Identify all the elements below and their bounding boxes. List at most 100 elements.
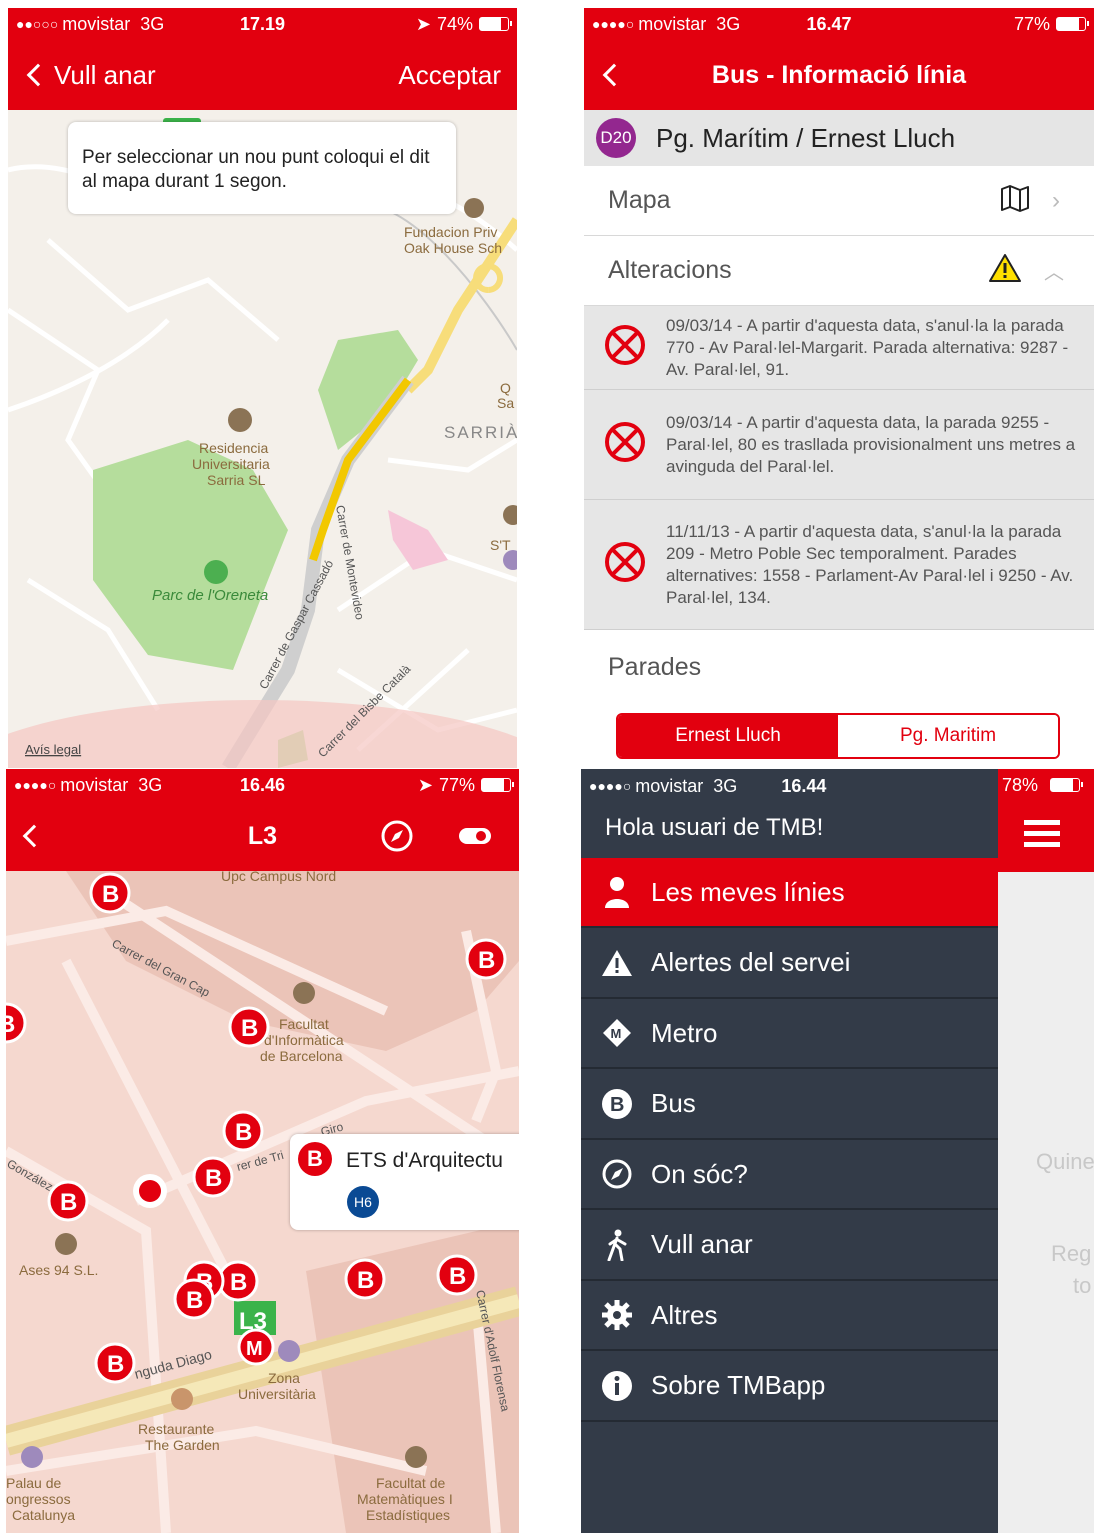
map-label-sarria: SARRIÀ bbox=[444, 423, 517, 442]
side-menu: ●●●●○ movistar 3G 16.44 Hola usuari de T… bbox=[581, 769, 998, 1533]
walk-icon bbox=[597, 1225, 637, 1265]
line-header: D20 Pg. Marítim / Ernest Lluch bbox=[584, 110, 1094, 166]
map-label-parc: Parc de l'Oreneta bbox=[152, 587, 268, 604]
battery-icon bbox=[1056, 17, 1089, 31]
bus-stop-marker-letter: B bbox=[6, 1011, 15, 1038]
map-label-zona-2: Universitària bbox=[238, 1386, 316, 1402]
map-label-fundacion-2: Oak House Sch bbox=[404, 240, 502, 256]
callout-bus-icon: B bbox=[298, 1142, 332, 1176]
alteration-text: 09/03/14 - A partir d'aquesta data, la p… bbox=[666, 412, 1076, 476]
map-label-palau-1: Palau de bbox=[6, 1475, 61, 1491]
menu-item-label: On sóc? bbox=[651, 1158, 748, 1189]
hamburger-icon bbox=[1024, 820, 1060, 847]
stop-callout[interactable]: B ETS d'Arquitectu H6 bbox=[290, 1134, 519, 1230]
menu-item-label: Alertes del servei bbox=[651, 947, 851, 977]
menu-item-les-meves-linies[interactable]: Les meves línies bbox=[581, 858, 998, 928]
map-icon bbox=[1000, 184, 1030, 217]
battery-group: ➤ 77% bbox=[417, 774, 514, 796]
alteration-text: 11/11/13 - A partir d'aquesta data, s'an… bbox=[666, 521, 1074, 607]
page-title: L3 bbox=[247, 821, 278, 850]
gear-icon bbox=[597, 1295, 637, 1335]
line-name: Pg. Marítim / Ernest Lluch bbox=[656, 122, 956, 153]
tooltip-text: Per seleccionar un nou punt coloqui el d… bbox=[82, 147, 430, 192]
bus-stop-marker-letter: B bbox=[60, 1189, 77, 1216]
map-label-palau-2: ongressos bbox=[6, 1491, 71, 1507]
direction-segmented-control[interactable]: Ernest Lluch Pg. Maritim bbox=[616, 713, 1060, 759]
map-label-mat-2: Matemàtiques I bbox=[357, 1491, 453, 1507]
battery-percent: 77% bbox=[1013, 13, 1050, 34]
battery-icon bbox=[479, 17, 512, 31]
bus-stop-marker-letter: B bbox=[205, 1165, 222, 1192]
map-label-ases: Ases 94 S.L. bbox=[19, 1262, 98, 1278]
bus-icon: B bbox=[597, 1084, 637, 1124]
compass-icon bbox=[597, 1154, 637, 1194]
alteration-item: 09/03/14 - A partir d'aquesta data, s'an… bbox=[584, 306, 1094, 390]
compass-button[interactable] bbox=[380, 819, 414, 858]
battery-group: 77% bbox=[1013, 13, 1089, 35]
menu-item-on-soc[interactable]: On sóc? bbox=[581, 1140, 998, 1210]
menu-item-metro[interactable]: M Metro bbox=[581, 999, 998, 1069]
chevron-right-icon: › bbox=[1052, 186, 1060, 214]
map-legal-link[interactable]: Avís legal bbox=[25, 742, 81, 757]
status-bar: ●●●●○ movistar 3G 16.47 77% bbox=[584, 8, 1094, 40]
bus-stop-marker[interactable]: B bbox=[344, 1258, 386, 1300]
filter-toggle-button[interactable] bbox=[458, 825, 492, 852]
menu-item-alertes-del-servei[interactable]: Alertes del servei bbox=[581, 929, 998, 999]
bus-stop-marker[interactable]: B bbox=[94, 1342, 136, 1384]
callout-line-badge: H6 bbox=[347, 1186, 379, 1218]
info-icon bbox=[597, 1366, 637, 1406]
content-text-2: Reg bbox=[1051, 1241, 1092, 1266]
bus-stop-marker-letter: B bbox=[449, 1263, 466, 1290]
stops-heading: Parades bbox=[608, 653, 702, 681]
menu-item-label: Altres bbox=[651, 1299, 718, 1330]
main-menu-screen: ●●●●○ movistar 3G 16.44 Hola usuari de T… bbox=[581, 769, 1094, 1533]
segment-ernest-lluch[interactable]: Ernest Lluch bbox=[618, 715, 838, 757]
bus-stop-marker[interactable]: B bbox=[173, 1278, 215, 1320]
battery-icon bbox=[481, 778, 514, 792]
chevron-up-icon: ︿ bbox=[1044, 262, 1064, 284]
menu-item-bus[interactable]: B Bus bbox=[581, 1070, 998, 1140]
accept-button[interactable]: Acceptar bbox=[398, 60, 501, 91]
alterations-row[interactable]: Alteracions ︿ bbox=[584, 236, 1094, 306]
menu-item-label: Les meves línies bbox=[651, 876, 845, 907]
menu-item-altres[interactable]: Altres bbox=[581, 1281, 998, 1351]
warning-icon bbox=[988, 253, 1022, 288]
metro-marker-label: M bbox=[246, 1338, 263, 1360]
vull-anar-screen: ●●○○○ movistar 3G 17.19 ➤ 74% Vull anar … bbox=[8, 8, 517, 768]
map-label-residencia-2: Universitaria bbox=[192, 456, 270, 472]
menu-item-sobre-tmbapp[interactable]: Sobre TMBapp bbox=[581, 1352, 998, 1422]
bus-stop-marker[interactable]: B bbox=[228, 1006, 270, 1048]
bus-stop-marker-letter: B bbox=[102, 881, 119, 908]
map-label-rest-2: The Garden bbox=[145, 1437, 220, 1453]
back-button[interactable]: Vull anar bbox=[24, 60, 156, 91]
carrier-name: movistar bbox=[635, 775, 704, 796]
menu-item-label: Vull anar bbox=[651, 1229, 753, 1259]
bus-stop-marker[interactable]: B bbox=[89, 872, 131, 914]
map-label-rest-1: Restaurante bbox=[138, 1421, 214, 1437]
bus-stop-marker[interactable]: B bbox=[465, 938, 507, 980]
bus-stop-marker[interactable]: B bbox=[192, 1156, 234, 1198]
location-arrow-icon: ➤ bbox=[417, 774, 433, 795]
back-label: Vull anar bbox=[54, 59, 156, 90]
bus-stop-marker[interactable]: B bbox=[47, 1180, 89, 1222]
bus-stop-marker[interactable]: B bbox=[436, 1254, 478, 1296]
person-icon bbox=[597, 872, 637, 912]
alterations-row-label: Alteracions bbox=[608, 256, 732, 284]
svg-text:B: B bbox=[610, 1094, 624, 1116]
segment-pg-maritim[interactable]: Pg. Maritim bbox=[838, 715, 1058, 757]
map-label-zona-1: Zona bbox=[268, 1370, 300, 1386]
map-row[interactable]: Mapa › bbox=[584, 166, 1094, 236]
bus-stop-marker-letter: B bbox=[357, 1267, 374, 1294]
bus-stop-marker[interactable]: B bbox=[222, 1110, 264, 1152]
bus-stop-marker-letter: B bbox=[241, 1015, 258, 1042]
hamburger-menu-button[interactable] bbox=[1024, 819, 1060, 849]
signal-indicator: ●●●●○ bbox=[589, 778, 632, 794]
greeting: Hola usuari de TMB! bbox=[605, 814, 824, 841]
map-label-fundacion-1: Fundacion Priv bbox=[404, 224, 497, 240]
menu-item-vull-anar[interactable]: Vull anar bbox=[581, 1211, 998, 1281]
toggle-icon bbox=[459, 828, 491, 844]
map-label-q2: Sa bbox=[497, 395, 514, 411]
map-label-facultat-inf-3: de Barcelona bbox=[260, 1048, 343, 1064]
stop-cancelled-icon bbox=[604, 541, 646, 588]
bus-stop-marker[interactable]: B bbox=[217, 1260, 259, 1302]
